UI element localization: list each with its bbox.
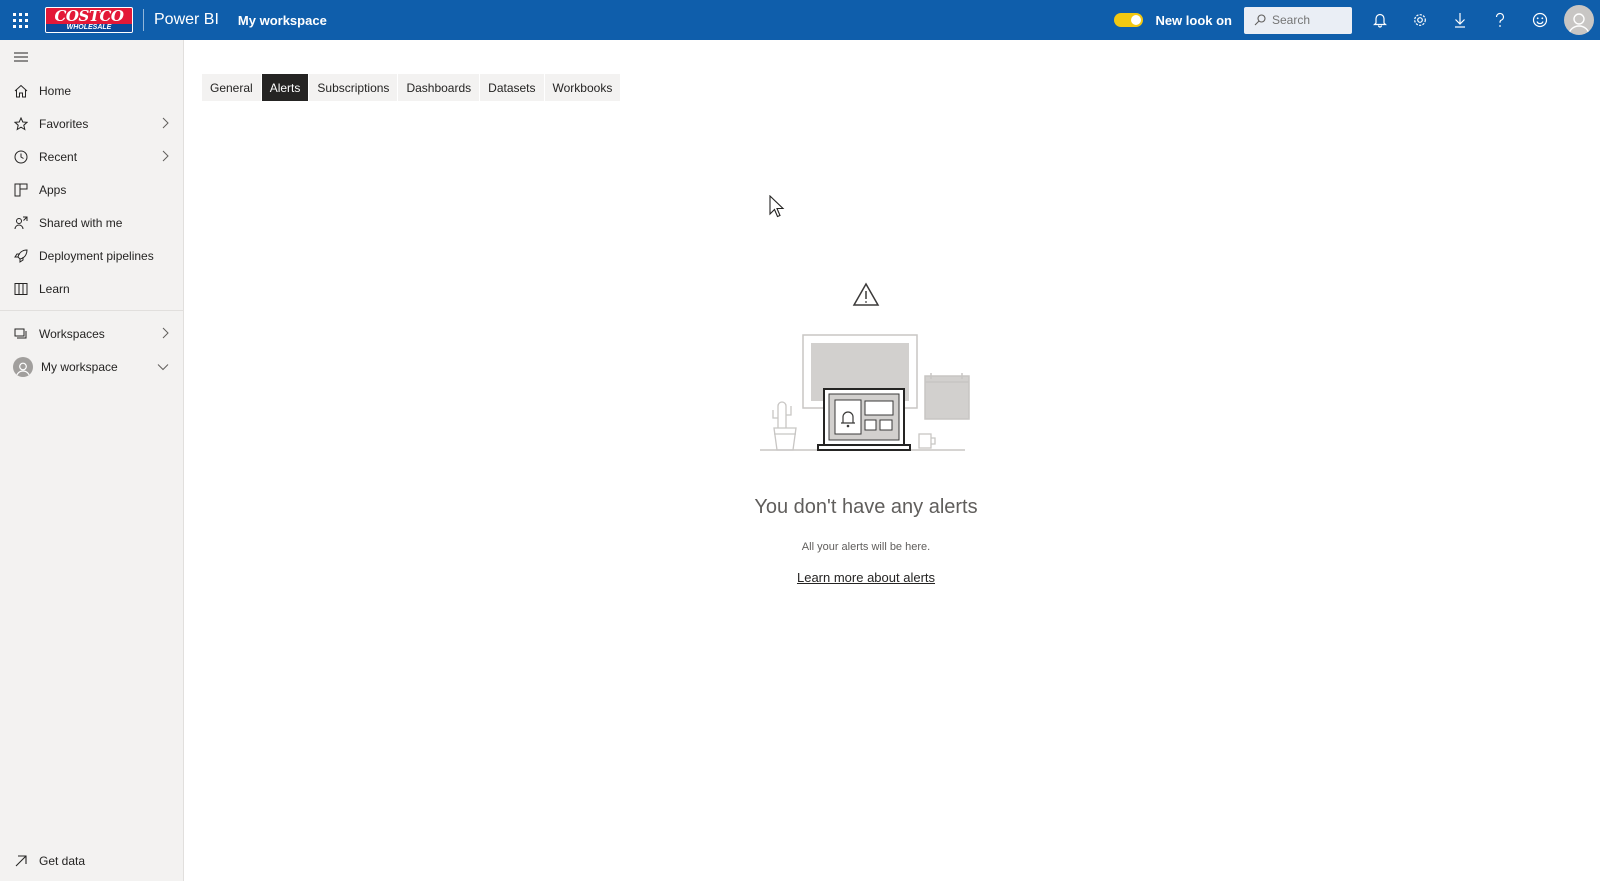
learn-more-alerts-link[interactable]: Learn more about alerts — [797, 570, 935, 585]
nav-item-workspaces[interactable]: Workspaces — [0, 317, 183, 350]
download-icon — [1455, 13, 1465, 28]
nav-item-label: Home — [39, 83, 72, 98]
user-icon — [1568, 13, 1590, 35]
book-icon — [14, 282, 28, 295]
alerts-illustration — [760, 282, 970, 451]
gear-icon — [1414, 14, 1426, 26]
costco-logo[interactable]: COSTCO WHOLESALE — [45, 7, 133, 33]
search-icon — [1254, 14, 1266, 26]
rocket-icon — [14, 248, 28, 263]
left-nav: Home Favorites Recent Apps Shared with m… — [0, 40, 184, 881]
nav-item-label: Learn — [39, 281, 70, 296]
settings-button[interactable] — [1400, 0, 1440, 40]
header-divider — [143, 9, 144, 31]
top-bar-actions: New look on — [1114, 0, 1600, 40]
tab-subscriptions[interactable]: Subscriptions — [309, 74, 398, 101]
tab-workbooks[interactable]: Workbooks — [544, 74, 621, 101]
apps-icon — [14, 183, 28, 196]
chevron-right-icon[interactable] — [161, 117, 169, 129]
nav-item-label: Apps — [39, 182, 67, 197]
home-icon — [14, 84, 28, 97]
app-launcher-icon — [12, 12, 28, 28]
empty-state-title: You don't have any alerts — [754, 496, 978, 518]
empty-state-subtitle: All your alerts will be here. — [801, 541, 931, 553]
nav-separator — [0, 310, 183, 311]
help-icon — [1495, 12, 1505, 27]
logo-text: COSTCO — [54, 7, 124, 25]
search-box[interactable] — [1244, 6, 1352, 34]
product-name[interactable]: Power BI — [154, 11, 219, 29]
download-button[interactable] — [1440, 0, 1480, 40]
hamburger-icon — [14, 52, 28, 62]
settings-tabs: General Alerts Subscriptions Dashboards … — [202, 74, 621, 101]
nav-item-label: Recent — [39, 149, 78, 164]
bell-icon — [1373, 13, 1387, 28]
tab-dashboards[interactable]: Dashboards — [398, 74, 480, 101]
arrow-up-right-icon — [15, 854, 27, 866]
workspace-avatar — [13, 356, 33, 377]
nav-item-home[interactable]: Home — [0, 74, 183, 107]
feedback-button[interactable] — [1520, 0, 1560, 40]
account-avatar[interactable] — [1564, 5, 1594, 35]
star-icon — [14, 116, 28, 131]
top-bar: COSTCO WHOLESALE Power BI My workspace N… — [0, 0, 1600, 40]
app-launcher-button[interactable] — [0, 0, 40, 40]
tab-general[interactable]: General — [202, 74, 261, 101]
smiley-icon — [1532, 12, 1548, 28]
chevron-right-icon[interactable] — [161, 327, 169, 339]
shared-icon — [14, 216, 28, 229]
breadcrumb[interactable]: My workspace — [238, 13, 327, 28]
clock-icon — [14, 150, 28, 163]
nav-item-learn[interactable]: Learn — [0, 272, 183, 305]
nav-item-apps[interactable]: Apps — [0, 173, 183, 206]
nav-item-shared-with-me[interactable]: Shared with me — [0, 206, 183, 239]
tab-datasets[interactable]: Datasets — [480, 74, 544, 101]
nav-item-label: My workspace — [41, 359, 118, 374]
nav-item-recent[interactable]: Recent — [0, 140, 183, 173]
user-icon — [16, 362, 30, 377]
chevron-down-icon[interactable] — [157, 363, 169, 371]
nav-item-label: Workspaces — [39, 326, 105, 341]
get-data-label: Get data — [39, 853, 86, 868]
logo-subtext: WHOLESALE — [46, 23, 132, 32]
nav-item-label: Favorites — [39, 116, 89, 131]
nav-item-label: Deployment pipelines — [39, 248, 154, 263]
nav-item-favorites[interactable]: Favorites — [0, 107, 183, 140]
get-data-button[interactable]: Get data — [0, 844, 183, 877]
new-look-label: New look on — [1155, 12, 1232, 28]
warning-icon — [852, 282, 880, 306]
nav-item-my-workspace[interactable]: My workspace — [0, 350, 183, 383]
new-look-toggle[interactable] — [1114, 13, 1144, 27]
empty-state-illustration — [740, 280, 990, 470]
empty-state-link-container: Learn more about alerts — [666, 570, 1066, 585]
mouse-cursor-icon — [769, 195, 785, 218]
toggle-knob — [1131, 15, 1142, 25]
workspaces-icon — [14, 328, 27, 338]
help-button[interactable] — [1480, 0, 1520, 40]
search-input[interactable] — [1272, 13, 1342, 27]
collapse-nav-button[interactable] — [0, 40, 183, 74]
nav-item-label: Shared with me — [39, 215, 123, 230]
notifications-button[interactable] — [1360, 0, 1400, 40]
tab-alerts[interactable]: Alerts — [261, 74, 309, 101]
nav-item-deployment-pipelines[interactable]: Deployment pipelines — [0, 239, 183, 272]
chevron-right-icon[interactable] — [161, 150, 169, 162]
